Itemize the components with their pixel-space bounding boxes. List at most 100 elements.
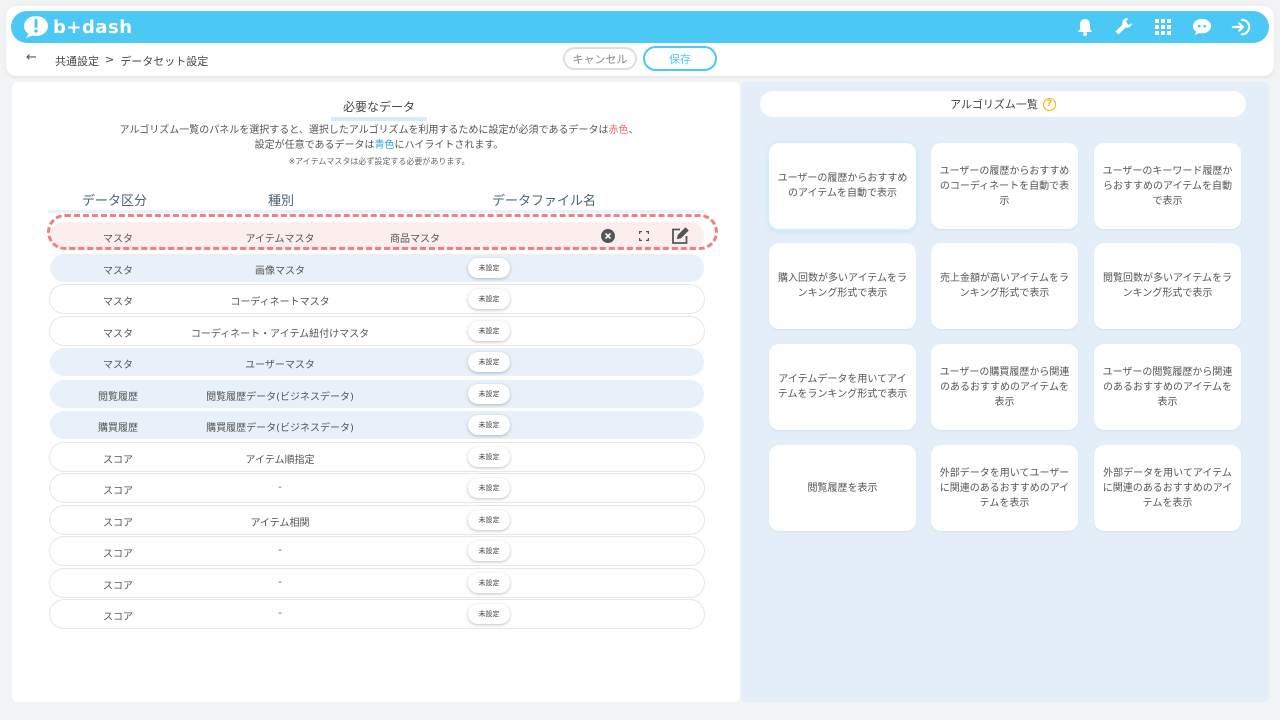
row-file-status: 未設定 (468, 257, 512, 278)
help-icon[interactable]: ? (1042, 97, 1056, 111)
table-row[interactable]: 閲覧履歴 閲覧履歴データ(ビジネスデータ) 未設定 (50, 379, 704, 408)
required-data-panel: 必要なデータ アルゴリズム一覧のパネルを選択すると、選択したアルゴリズムを利用す… (12, 82, 740, 702)
sub-bar: ← 共通設定 > データセット設定 キャンセル 保存 (6, 44, 1274, 74)
breadcrumb: 共通設定 > データセット設定 (55, 53, 208, 69)
algorithm-list-title: アルゴリズム一覧 (950, 98, 1038, 111)
row-type: - (278, 576, 282, 588)
algorithm-list-header: アルゴリズム一覧 ? (760, 91, 1246, 117)
table-row[interactable]: スコア アイテム順指定 未設定 (50, 442, 704, 471)
row-category: マスタ (103, 360, 133, 371)
unset-badge[interactable]: 未設定 (468, 383, 510, 404)
row-type: ユーザーマスタ (245, 360, 315, 371)
row-file-status: 未設定 (468, 415, 512, 435)
row-file-status: 未設定 (468, 478, 512, 498)
chat-bot-icon[interactable] (1192, 17, 1212, 37)
row-type: コーディネートマスタ (230, 297, 330, 308)
algorithm-card[interactable]: 閲覧回数が多いアイテムをランキング形式で表示 (1094, 243, 1241, 329)
logout-icon[interactable] (1231, 17, 1251, 37)
row-category: スコア (103, 454, 133, 466)
algorithm-card[interactable]: ユーザーの購買履歴から関連のあるおすすめのアイテムを表示 (931, 344, 1078, 430)
row-type: 閲覧履歴データ(ビジネスデータ) (206, 391, 354, 403)
save-button[interactable]: 保存 (643, 46, 717, 71)
row-type: - (278, 545, 282, 556)
logo[interactable]: b+dash (23, 15, 133, 39)
logo-text: b+dash (53, 16, 133, 38)
column-header-filename: データファイル名 (492, 194, 597, 209)
algorithm-card[interactable]: 閲覧履歴を表示 (769, 445, 916, 531)
header-divider (48, 210, 704, 213)
unset-badge[interactable]: 未設定 (468, 320, 510, 341)
table-row[interactable]: スコア アイテム相関 未設定 (50, 505, 704, 534)
algorithm-panel: アルゴリズム一覧 ? ユーザーの履歴からおすすめのアイテムを自動で表示 ユーザー… (741, 82, 1269, 702)
table-row[interactable]: スコア - 未設定 (50, 537, 704, 565)
row-category: 閲覧履歴 (98, 391, 138, 403)
row-file-status: 未設定 (468, 383, 512, 404)
algorithm-card[interactable]: 外部データを用いてユーザーに関連のあるおすすめのアイテムを表示 (931, 445, 1078, 531)
breadcrumb-separator: > (105, 53, 115, 66)
unset-badge[interactable]: 未設定 (468, 604, 510, 624)
row-category: マスタ (103, 328, 133, 340)
table-row[interactable]: マスタ 画像マスタ 未設定 (50, 253, 704, 282)
grid-icon[interactable] (1153, 17, 1173, 37)
algorithm-card[interactable]: 売上金額が高いアイテムをランキング形式で表示 (931, 243, 1078, 329)
cancel-button[interactable]: キャンセル (563, 47, 637, 70)
row-file-status: 未設定 (468, 604, 512, 624)
row-file-status: 未設定 (468, 509, 512, 530)
algorithm-card[interactable]: ユーザーの閲覧履歴から関連のあるおすすめのアイテムを表示 (1094, 344, 1241, 430)
top-bar: b+dash (11, 11, 1269, 43)
algorithm-card[interactable]: 購入回数が多いアイテムをランキング形式で表示 (769, 243, 916, 329)
row-type: - (278, 482, 282, 493)
unset-badge[interactable]: 未設定 (468, 509, 510, 530)
row-category: スコア (103, 580, 133, 592)
row-type: コーディネート・アイテム紐付けマスタ (190, 328, 370, 340)
unset-badge[interactable]: 未設定 (468, 257, 510, 278)
row-file-status: 未設定 (468, 572, 512, 593)
algorithm-card[interactable]: 外部データを用いてアイテムに関連のあるおすすめのアイテムを表示 (1094, 445, 1241, 531)
description-line-2: 設定が任意であるデータは青色にハイライトされます。 (254, 140, 504, 151)
unset-badge[interactable]: 未設定 (468, 572, 510, 593)
algorithm-card[interactable]: ユーザーの履歴からおすすめのアイテムを自動で表示 (769, 143, 916, 229)
algorithm-card[interactable]: ユーザーのキーワード履歴からおすすめのアイテムを自動で表示 (1094, 143, 1241, 229)
table-row[interactable]: スコア - 未設定 (50, 568, 704, 597)
row-file-status: 未設定 (468, 320, 512, 341)
row-type: - (278, 608, 282, 619)
row-category: スコア (103, 549, 133, 560)
section-title: 必要なデータ (12, 98, 746, 121)
row-file-status: 未設定 (468, 446, 512, 467)
row-file-status: 未設定 (468, 289, 512, 309)
table-row[interactable]: スコア - 未設定 (50, 474, 704, 502)
breadcrumb-item-dataset-settings: データセット設定 (120, 55, 209, 68)
unset-badge[interactable]: 未設定 (468, 415, 510, 435)
table-row[interactable]: マスタ コーディネートマスタ 未設定 (50, 285, 704, 313)
back-arrow-icon[interactable]: ← (26, 50, 37, 65)
unset-badge[interactable]: 未設定 (468, 541, 510, 561)
row-type: アイテム順指定 (245, 454, 315, 466)
note-text: ※アイテムマスタは必ず設定する必要があります。 (288, 157, 470, 166)
wrench-icon[interactable] (1114, 17, 1134, 37)
row-type: 購買履歴データ(ビジネスデータ) (206, 423, 354, 434)
row-category: スコア (103, 612, 133, 623)
algorithm-card[interactable]: ユーザーの履歴からおすすめのコーディネートを自動で表示 (931, 143, 1078, 229)
bell-icon[interactable] (1075, 17, 1095, 37)
row-category: スコア (103, 486, 133, 497)
header-icons (1075, 14, 1251, 40)
unset-badge[interactable]: 未設定 (468, 352, 510, 372)
row-file-status: 未設定 (468, 541, 512, 561)
logo-bubble-icon (24, 16, 48, 38)
row-category: 購買履歴 (98, 423, 138, 434)
unset-badge[interactable]: 未設定 (468, 478, 510, 498)
table-row[interactable]: スコア - 未設定 (50, 600, 704, 628)
row-type: 画像マスタ (255, 265, 305, 277)
column-header-type: 種別 (268, 194, 295, 209)
table-row[interactable]: 購買履歴 購買履歴データ(ビジネスデータ) 未設定 (50, 411, 704, 439)
algorithm-card[interactable]: アイテムデータを用いてアイテムをランキング形式で表示 (769, 344, 916, 430)
breadcrumb-item-common-settings[interactable]: 共通設定 (55, 53, 99, 69)
table-row[interactable]: マスタ コーディネート・アイテム紐付けマスタ 未設定 (50, 316, 704, 345)
unset-badge[interactable]: 未設定 (468, 289, 510, 309)
selected-row-highlight (47, 214, 718, 250)
column-header-category: データ区分 (82, 194, 148, 209)
table-row[interactable]: マスタ ユーザーマスタ 未設定 (50, 348, 704, 376)
unset-badge[interactable]: 未設定 (468, 446, 510, 467)
row-type: アイテム相関 (250, 517, 310, 529)
row-category: マスタ (103, 265, 133, 277)
